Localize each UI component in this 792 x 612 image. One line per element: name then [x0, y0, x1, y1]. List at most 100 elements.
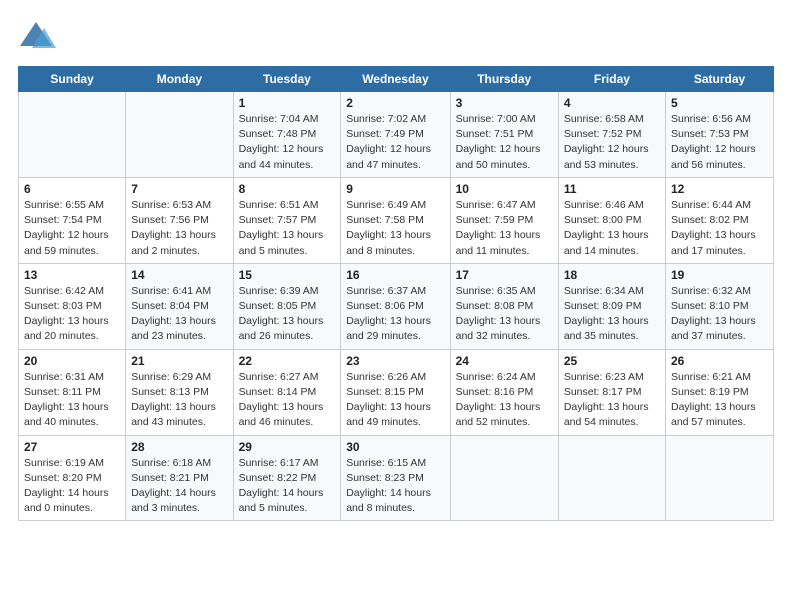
day-number: 23 — [346, 354, 444, 368]
day-info: Sunrise: 6:41 AMSunset: 8:04 PMDaylight:… — [131, 284, 227, 345]
day-number: 20 — [24, 354, 120, 368]
calendar-cell: 1 Sunrise: 7:04 AMSunset: 7:48 PMDaylight… — [233, 92, 341, 178]
calendar-cell: 25 Sunrise: 6:23 AMSunset: 8:17 PMDayligh… — [558, 349, 665, 435]
logo — [18, 18, 58, 56]
calendar-week-row: 20 Sunrise: 6:31 AMSunset: 8:11 PMDayligh… — [19, 349, 774, 435]
day-number: 7 — [131, 182, 227, 196]
day-number: 24 — [456, 354, 553, 368]
calendar-page: SundayMondayTuesdayWednesdayThursdayFrid… — [0, 0, 792, 612]
day-info: Sunrise: 6:56 AMSunset: 7:53 PMDaylight:… — [671, 112, 768, 173]
calendar-week-row: 6 Sunrise: 6:55 AMSunset: 7:54 PMDaylight… — [19, 177, 774, 263]
calendar-cell: 12 Sunrise: 6:44 AMSunset: 8:02 PMDayligh… — [666, 177, 774, 263]
day-info: Sunrise: 6:32 AMSunset: 8:10 PMDaylight:… — [671, 284, 768, 345]
day-number: 28 — [131, 440, 227, 454]
day-number: 16 — [346, 268, 444, 282]
day-number: 6 — [24, 182, 120, 196]
calendar-cell: 19 Sunrise: 6:32 AMSunset: 8:10 PMDayligh… — [666, 263, 774, 349]
day-number: 26 — [671, 354, 768, 368]
calendar-cell: 23 Sunrise: 6:26 AMSunset: 8:15 PMDayligh… — [341, 349, 450, 435]
day-number: 21 — [131, 354, 227, 368]
day-number: 27 — [24, 440, 120, 454]
calendar-cell: 18Sunrise: 6:34 AMSunset: 8:09 PMDayligh… — [558, 263, 665, 349]
day-number: 1 — [239, 96, 336, 110]
calendar-cell: 11 Sunrise: 6:46 AMSunset: 8:00 PMDayligh… — [558, 177, 665, 263]
day-info: Sunrise: 6:58 AMSunset: 7:52 PMDaylight:… — [564, 112, 660, 173]
weekday-header-thursday: Thursday — [450, 67, 558, 92]
day-number: 13 — [24, 268, 120, 282]
day-info: Sunrise: 6:44 AMSunset: 8:02 PMDaylight:… — [671, 198, 768, 259]
logo-icon — [18, 18, 56, 56]
day-info: Sunrise: 6:29 AMSunset: 8:13 PMDaylight:… — [131, 370, 227, 431]
calendar-cell — [558, 435, 665, 521]
day-info: Sunrise: 6:31 AMSunset: 8:11 PMDaylight:… — [24, 370, 120, 431]
header — [18, 18, 774, 56]
calendar-cell: 24Sunrise: 6:24 AMSunset: 8:16 PMDayligh… — [450, 349, 558, 435]
calendar-cell — [450, 435, 558, 521]
day-info: Sunrise: 6:53 AMSunset: 7:56 PMDaylight:… — [131, 198, 227, 259]
day-info: Sunrise: 6:39 AMSunset: 8:05 PMDaylight:… — [239, 284, 336, 345]
calendar-cell: 5 Sunrise: 6:56 AMSunset: 7:53 PMDaylight… — [666, 92, 774, 178]
day-number: 2 — [346, 96, 444, 110]
day-info: Sunrise: 6:49 AMSunset: 7:58 PMDaylight:… — [346, 198, 444, 259]
day-number: 12 — [671, 182, 768, 196]
day-info: Sunrise: 6:55 AMSunset: 7:54 PMDaylight:… — [24, 198, 120, 259]
calendar-week-row: 13Sunrise: 6:42 AMSunset: 8:03 PMDayligh… — [19, 263, 774, 349]
day-number: 22 — [239, 354, 336, 368]
calendar-cell — [666, 435, 774, 521]
day-number: 30 — [346, 440, 444, 454]
day-number: 25 — [564, 354, 660, 368]
calendar-cell: 2 Sunrise: 7:02 AMSunset: 7:49 PMDaylight… — [341, 92, 450, 178]
calendar-cell: 16 Sunrise: 6:37 AMSunset: 8:06 PMDayligh… — [341, 263, 450, 349]
day-info: Sunrise: 7:04 AMSunset: 7:48 PMDaylight:… — [239, 112, 336, 173]
weekday-header-row: SundayMondayTuesdayWednesdayThursdayFrid… — [19, 67, 774, 92]
calendar-cell — [19, 92, 126, 178]
day-number: 8 — [239, 182, 336, 196]
calendar-cell: 3 Sunrise: 7:00 AMSunset: 7:51 PMDaylight… — [450, 92, 558, 178]
day-info: Sunrise: 7:00 AMSunset: 7:51 PMDaylight:… — [456, 112, 553, 173]
calendar-cell: 20 Sunrise: 6:31 AMSunset: 8:11 PMDayligh… — [19, 349, 126, 435]
day-number: 4 — [564, 96, 660, 110]
day-info: Sunrise: 6:51 AMSunset: 7:57 PMDaylight:… — [239, 198, 336, 259]
day-number: 29 — [239, 440, 336, 454]
calendar-cell: 7 Sunrise: 6:53 AMSunset: 7:56 PMDaylight… — [126, 177, 233, 263]
calendar-cell: 14Sunrise: 6:41 AMSunset: 8:04 PMDayligh… — [126, 263, 233, 349]
calendar-table: SundayMondayTuesdayWednesdayThursdayFrid… — [18, 66, 774, 521]
calendar-week-row: 27Sunrise: 6:19 AMSunset: 8:20 PMDayligh… — [19, 435, 774, 521]
day-number: 3 — [456, 96, 553, 110]
calendar-cell: 6 Sunrise: 6:55 AMSunset: 7:54 PMDaylight… — [19, 177, 126, 263]
day-info: Sunrise: 6:15 AMSunset: 8:23 PMDaylight:… — [346, 456, 444, 517]
calendar-cell: 22 Sunrise: 6:27 AMSunset: 8:14 PMDayligh… — [233, 349, 341, 435]
day-number: 19 — [671, 268, 768, 282]
calendar-cell: 9 Sunrise: 6:49 AMSunset: 7:58 PMDaylight… — [341, 177, 450, 263]
day-info: Sunrise: 6:46 AMSunset: 8:00 PMDaylight:… — [564, 198, 660, 259]
calendar-cell: 27Sunrise: 6:19 AMSunset: 8:20 PMDayligh… — [19, 435, 126, 521]
day-number: 9 — [346, 182, 444, 196]
calendar-cell: 28 Sunrise: 6:18 AMSunset: 8:21 PMDayligh… — [126, 435, 233, 521]
weekday-header-wednesday: Wednesday — [341, 67, 450, 92]
calendar-cell: 15Sunrise: 6:39 AMSunset: 8:05 PMDayligh… — [233, 263, 341, 349]
day-info: Sunrise: 6:23 AMSunset: 8:17 PMDaylight:… — [564, 370, 660, 431]
weekday-header-sunday: Sunday — [19, 67, 126, 92]
calendar-cell: 26 Sunrise: 6:21 AMSunset: 8:19 PMDayligh… — [666, 349, 774, 435]
day-info: Sunrise: 6:34 AMSunset: 8:09 PMDaylight:… — [564, 284, 660, 345]
day-number: 10 — [456, 182, 553, 196]
day-info: Sunrise: 7:02 AMSunset: 7:49 PMDaylight:… — [346, 112, 444, 173]
day-info: Sunrise: 6:26 AMSunset: 8:15 PMDaylight:… — [346, 370, 444, 431]
calendar-cell: 17Sunrise: 6:35 AMSunset: 8:08 PMDayligh… — [450, 263, 558, 349]
day-number: 11 — [564, 182, 660, 196]
day-info: Sunrise: 6:47 AMSunset: 7:59 PMDaylight:… — [456, 198, 553, 259]
day-info: Sunrise: 6:18 AMSunset: 8:21 PMDaylight:… — [131, 456, 227, 517]
day-info: Sunrise: 6:37 AMSunset: 8:06 PMDaylight:… — [346, 284, 444, 345]
weekday-header-friday: Friday — [558, 67, 665, 92]
day-info: Sunrise: 6:21 AMSunset: 8:19 PMDaylight:… — [671, 370, 768, 431]
calendar-cell: 21 Sunrise: 6:29 AMSunset: 8:13 PMDayligh… — [126, 349, 233, 435]
calendar-cell: 30 Sunrise: 6:15 AMSunset: 8:23 PMDayligh… — [341, 435, 450, 521]
calendar-cell: 13Sunrise: 6:42 AMSunset: 8:03 PMDayligh… — [19, 263, 126, 349]
day-info: Sunrise: 6:35 AMSunset: 8:08 PMDaylight:… — [456, 284, 553, 345]
weekday-header-tuesday: Tuesday — [233, 67, 341, 92]
day-number: 5 — [671, 96, 768, 110]
calendar-cell — [126, 92, 233, 178]
calendar-cell: 29 Sunrise: 6:17 AMSunset: 8:22 PMDayligh… — [233, 435, 341, 521]
day-info: Sunrise: 6:17 AMSunset: 8:22 PMDaylight:… — [239, 456, 336, 517]
day-info: Sunrise: 6:27 AMSunset: 8:14 PMDaylight:… — [239, 370, 336, 431]
